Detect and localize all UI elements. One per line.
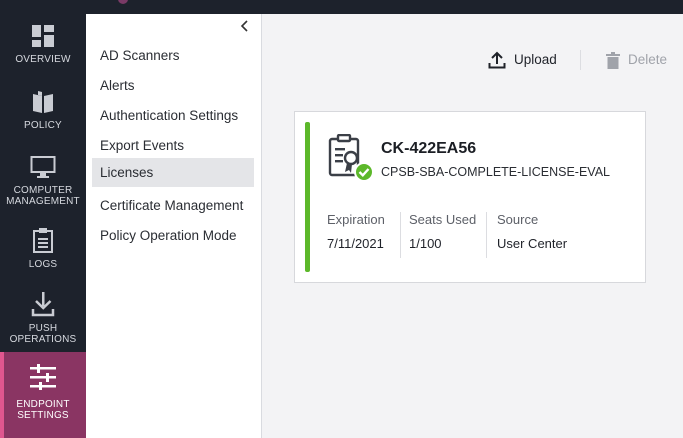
submenu-item-authentication-settings[interactable]: Authentication Settings (92, 101, 254, 130)
source-value: User Center (497, 236, 568, 251)
submenu-item-policy-operation-mode[interactable]: Policy Operation Mode (92, 221, 254, 250)
upload-button[interactable]: Upload (488, 49, 557, 71)
policy-book-icon (33, 91, 53, 113)
nav-label: POLICY (24, 120, 62, 131)
dashboard-grid-icon (32, 25, 54, 47)
brand-mark (118, 0, 128, 4)
nav-item-endpoint-settings[interactable]: ENDPOINT SETTINGS (0, 352, 86, 438)
chevron-left-icon (240, 20, 248, 32)
upload-label: Upload (514, 52, 557, 67)
delete-label: Delete (628, 52, 668, 67)
license-id: CK-422EA56 (381, 140, 477, 157)
nav-label: LOGS (28, 259, 58, 270)
top-bar (0, 0, 683, 14)
upload-icon (488, 51, 506, 69)
nav-item-overview[interactable]: OVERVIEW (0, 24, 86, 86)
monitor-icon (30, 156, 56, 178)
nav-item-computer-management[interactable]: COMPUTER MANAGEMENT (0, 155, 86, 217)
submenu-item-alerts[interactable]: Alerts (92, 71, 254, 100)
submenu-item-certificate-management[interactable]: Certificate Management (92, 191, 254, 220)
toolbar-divider (580, 50, 581, 70)
nav-label: COMPUTER MANAGEMENT (6, 185, 80, 207)
certificate-icon (328, 134, 374, 182)
nav-label: ENDPOINT SETTINGS (16, 399, 70, 421)
column-divider (486, 212, 487, 258)
nav-item-policy[interactable]: POLICY (0, 90, 86, 150)
source-header: Source (497, 212, 539, 227)
expiration-header: Expiration (327, 212, 385, 227)
delete-button[interactable]: Delete (606, 49, 667, 71)
licenses-panel: Upload Delete CK-422EA56 CPSB-SBA-COMPLE… (262, 14, 683, 438)
sliders-icon (30, 364, 56, 390)
seats-used-field: Seats Used 1/100 (409, 212, 476, 262)
clipboard-icon (33, 228, 53, 253)
download-icon (31, 292, 55, 317)
license-card[interactable]: CK-422EA56 CPSB-SBA-COMPLETE-LICENSE-EVA… (294, 111, 646, 283)
nav-label: OVERVIEW (15, 54, 71, 65)
seats-used-header: Seats Used (409, 212, 477, 227)
nav-label: PUSH OPERATIONS (9, 323, 77, 345)
submenu-item-export-events[interactable]: Export Events (92, 131, 254, 160)
license-name: CPSB-SBA-COMPLETE-LICENSE-EVAL (381, 165, 610, 179)
left-nav: OVERVIEW POLICY COMPUTER MANAGEMENT LOGS (0, 14, 86, 438)
submenu-item-licenses[interactable]: Licenses (92, 158, 254, 187)
nav-item-logs[interactable]: LOGS (0, 227, 86, 283)
collapse-button[interactable] (236, 18, 254, 36)
expiration-value: 7/11/2021 (327, 236, 384, 251)
column-divider (400, 212, 401, 258)
trash-icon (606, 51, 620, 69)
license-status-bar (305, 122, 310, 272)
submenu-item-ad-scanners[interactable]: AD Scanners (92, 41, 254, 70)
expiration-field: Expiration 7/11/2021 (327, 212, 385, 262)
nav-item-push-operations[interactable]: PUSH OPERATIONS (0, 291, 86, 353)
source-field: Source User Center (497, 212, 567, 262)
settings-submenu: AD Scanners Alerts Authentication Settin… (86, 14, 262, 438)
seats-used-value: 1/100 (409, 236, 442, 251)
